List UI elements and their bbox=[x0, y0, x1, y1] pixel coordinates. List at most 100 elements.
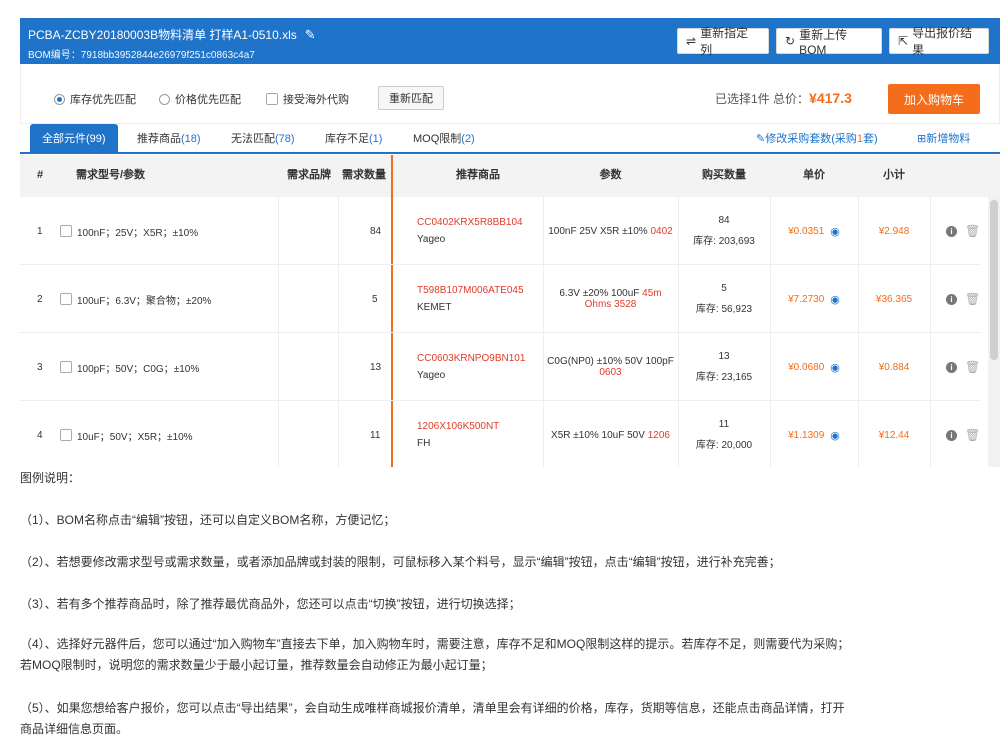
part-params: X5R ±10% 10uF 50V 1206 bbox=[551, 429, 670, 441]
recommended-part[interactable]: 1206X106K500NT FH bbox=[417, 401, 543, 467]
row-actions: i 🗑 bbox=[946, 265, 980, 333]
row-actions: i 🗑 bbox=[946, 197, 980, 265]
info-icon[interactable]: i bbox=[946, 225, 957, 237]
legend-item-5: （5）、如果您想给客户报价，您可以点击“导出结果”，会自动生成唯样商城报价清单，… bbox=[20, 701, 845, 715]
refresh-icon: ↻ bbox=[785, 34, 796, 48]
price-priority-radio[interactable]: 价格优先匹配 bbox=[159, 91, 241, 107]
edit-icon: ✎ bbox=[756, 133, 766, 145]
stock-priority-radio[interactable]: 库存优先匹配 bbox=[54, 91, 136, 107]
trash-icon[interactable]: 🗑 bbox=[965, 360, 980, 374]
export-icon: ⇱ bbox=[898, 34, 909, 48]
recommended-part[interactable]: CC0402KRX5R8BB104 Yageo bbox=[417, 197, 543, 265]
info-icon[interactable]: i bbox=[946, 293, 957, 305]
row-select[interactable]: 100pF；50V；C0G；±10% bbox=[60, 333, 199, 401]
eye-icon[interactable]: ◉ bbox=[830, 429, 840, 442]
bom-title-row: PCBA-ZCBY20180003B物料清单 打样A1-0510.xls ✎ bbox=[28, 26, 316, 43]
table-row: 3 100pF；50V；C0G；±10% 13 CC0603KRNPO9BN10… bbox=[20, 333, 980, 401]
unit-price: ¥0.0351 ◉ bbox=[788, 225, 840, 238]
tab-unmatched[interactable]: 无法匹配(78) bbox=[231, 124, 295, 154]
recommended-part[interactable]: CC0603KRNPO9BN101 Yageo bbox=[417, 333, 543, 401]
subtotal: ¥12.44 bbox=[878, 429, 910, 441]
row-select[interactable]: 10uF；50V；X5R；±10% bbox=[60, 401, 193, 467]
checkbox-icon[interactable] bbox=[60, 361, 72, 373]
total-price: ¥417.3 bbox=[809, 90, 852, 106]
recommended-part[interactable]: T598B107M006ATE045 KEMET bbox=[417, 265, 543, 333]
row-select[interactable]: 100uF；6.3V；聚合物；±20% bbox=[60, 265, 211, 333]
trash-icon[interactable]: 🗑 bbox=[965, 292, 980, 306]
buy-quantity[interactable]: 13 库存: 23,165 bbox=[678, 333, 770, 401]
buy-quantity[interactable]: 5 库存: 56,923 bbox=[678, 265, 770, 333]
export-quote-button[interactable]: ⇱ 导出报价结果 bbox=[889, 26, 989, 57]
unit-price: ¥1.1309 ◉ bbox=[788, 429, 840, 442]
legend-item-4-cont: 若MOQ限制时，说明您的需求数量少于最小起订量，推荐数量会自动修正为最小起订量； bbox=[20, 658, 493, 672]
unit-price: ¥7.2730 ◉ bbox=[788, 293, 840, 306]
selection-summary: 已选择1件 总价：¥417.3 bbox=[715, 90, 852, 106]
info-icon[interactable]: i bbox=[946, 429, 957, 441]
modify-purchase-sets-link[interactable]: ✎修改采购套数(采购1套) bbox=[756, 124, 878, 154]
part-params: 6.3V ±20% 100uF 45m Ohms 3528 bbox=[559, 288, 662, 310]
bom-table-body: 1 100nF；25V；X5R；±10% 84 CC0402KRX5R8BB10… bbox=[20, 197, 1000, 467]
bom-title: PCBA-ZCBY20180003B物料清单 打样A1-0510.xls bbox=[28, 28, 297, 42]
tab-low-stock[interactable]: 库存不足(1) bbox=[325, 124, 382, 154]
unit-price: ¥0.0680 ◉ bbox=[788, 361, 840, 374]
trash-icon[interactable]: 🗑 bbox=[965, 224, 980, 238]
col-buy-qty: 购买数量 bbox=[702, 169, 746, 181]
rematch-button[interactable]: 重新匹配 bbox=[378, 86, 444, 110]
table-row: 1 100nF；25V；X5R；±10% 84 CC0402KRX5R8BB10… bbox=[20, 197, 980, 265]
plus-square-icon: ⊞ bbox=[917, 133, 927, 145]
legend-item-3: （3）、若有多个推荐商品时，除了推荐最优商品外，您还可以点击“切换”按钮，进行切… bbox=[20, 597, 521, 611]
swap-icon: ⇌ bbox=[686, 34, 697, 48]
respecify-columns-button[interactable]: ⇌ 重新指定列 bbox=[677, 26, 769, 57]
col-brand: 需求品牌 bbox=[287, 169, 331, 181]
eye-icon[interactable]: ◉ bbox=[830, 361, 840, 374]
table-row: 2 100uF；6.3V；聚合物；±20% 5 T598B107M006ATE0… bbox=[20, 265, 980, 333]
subtotal: ¥36.365 bbox=[875, 293, 913, 305]
radio-icon bbox=[159, 93, 170, 105]
overseas-purchase-checkbox[interactable]: 接受海外代购 bbox=[266, 91, 349, 107]
row-select[interactable]: 100nF；25V；X5R；±10% bbox=[60, 197, 198, 265]
row-actions: i 🗑 bbox=[946, 401, 980, 467]
buy-quantity[interactable]: 11 库存: 20,000 bbox=[678, 401, 770, 467]
col-spec: 需求型号/参数 bbox=[76, 169, 146, 181]
legend-item-4: （4）、选择好元器件后，您可以通过“加入购物车”直接去下单，加入购物车时，需要注… bbox=[20, 637, 850, 651]
checkbox-icon[interactable] bbox=[60, 225, 72, 237]
part-params: 100nF 25V X5R ±10% 0402 bbox=[548, 225, 673, 237]
legend-heading: 图例说明： bbox=[20, 471, 81, 485]
tab-all-components[interactable]: 全部元件(99) bbox=[30, 124, 118, 154]
checkbox-icon bbox=[266, 93, 278, 105]
table-header: # 需求型号/参数 需求品牌 需求数量 推荐商品 参数 购买数量 单价 小计 bbox=[20, 155, 1000, 197]
col-params: 参数 bbox=[599, 169, 622, 181]
eye-icon[interactable]: ◉ bbox=[830, 293, 840, 306]
table-row: 4 10uF；50V；X5R；±10% 11 1206X106K500NT FH … bbox=[20, 401, 980, 467]
row-actions: i 🗑 bbox=[946, 333, 980, 401]
col-recommended: 推荐商品 bbox=[456, 169, 500, 181]
add-material-link[interactable]: ⊞新增物料 bbox=[917, 124, 970, 154]
col-index: # bbox=[37, 169, 44, 181]
tab-recommended[interactable]: 推荐商品(18) bbox=[137, 124, 201, 154]
checkbox-icon[interactable] bbox=[60, 429, 72, 441]
scrollbar-thumb[interactable] bbox=[990, 200, 998, 360]
filter-tabs: 全部元件(99) 推荐商品(18) 无法匹配(78) 库存不足(1) MOQ限制… bbox=[20, 124, 1000, 154]
col-qty: 需求数量 bbox=[342, 169, 386, 181]
bom-header: PCBA-ZCBY20180003B物料清单 打样A1-0510.xls ✎ B… bbox=[20, 18, 1000, 64]
bom-id: BOM编号：7918bb3952844e26979f251c0863c4a7 bbox=[28, 50, 255, 61]
legend-item-1: （1）、BOM名称点击“编辑”按钮，还可以自定义BOM名称，方便记忆； bbox=[20, 513, 396, 527]
subtotal: ¥2.948 bbox=[878, 225, 910, 237]
edit-icon[interactable]: ✎ bbox=[305, 27, 316, 43]
checkbox-icon[interactable] bbox=[60, 293, 72, 305]
subtotal: ¥0.884 bbox=[878, 361, 910, 373]
col-unit-price: 单价 bbox=[803, 169, 825, 181]
legend-item-5-cont: 商品详细信息页面。 bbox=[20, 722, 129, 736]
col-subtotal: 小计 bbox=[883, 169, 905, 181]
part-params: C0G(NP0) ±10% 50V 100pF 0603 bbox=[547, 356, 674, 378]
trash-icon[interactable]: 🗑 bbox=[965, 428, 980, 442]
tab-moq-limit[interactable]: MOQ限制(2) bbox=[413, 124, 475, 154]
legend-item-2: （2）、若想要修改需求型号或需求数量，或者添加品牌或封装的限制，可鼠标移入某个料… bbox=[20, 555, 781, 569]
info-icon[interactable]: i bbox=[946, 361, 957, 373]
eye-icon[interactable]: ◉ bbox=[830, 225, 840, 238]
radio-selected-icon bbox=[54, 93, 65, 105]
match-options-bar: 库存优先匹配 价格优先匹配 接受海外代购 重新匹配 已选择1件 总价：¥417.… bbox=[20, 64, 1000, 124]
add-to-cart-button[interactable]: 加入购物车 bbox=[888, 84, 980, 114]
reupload-bom-button[interactable]: ↻ 重新上传BOM bbox=[776, 28, 882, 57]
buy-quantity[interactable]: 84 库存: 203,693 bbox=[678, 197, 770, 265]
